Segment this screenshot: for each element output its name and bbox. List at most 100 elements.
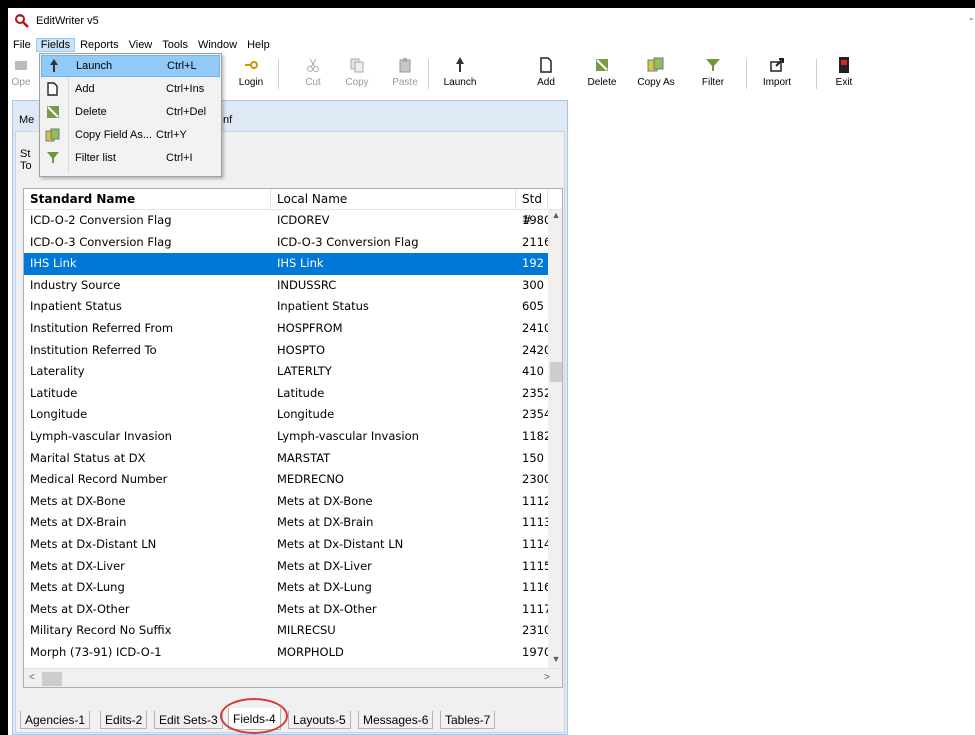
- local-name-cell: ICDOREV: [277, 213, 330, 227]
- local-name-cell: MARSTAT: [277, 450, 331, 465]
- tab-tables[interactable]: Tables-7: [440, 711, 496, 729]
- table-row[interactable]: ICD-O-2 Conversion Flag ICDOREV 1980: [24, 210, 548, 232]
- local-name-cell: Mets at DX-Bone: [277, 493, 373, 508]
- table-row[interactable]: Laterality LATERLTY 410: [24, 361, 548, 383]
- table-row[interactable]: Latitude Latitude 2352: [24, 383, 548, 405]
- copy-as-icon: [647, 55, 665, 75]
- close-icon[interactable]: -: [969, 13, 973, 25]
- copy-as-button[interactable]: Copy As: [634, 55, 678, 95]
- import-icon: [769, 55, 785, 75]
- table-row[interactable]: Institution Referred To HOSPTO 2420: [24, 340, 548, 362]
- table-row[interactable]: Morph (73-91) ICD-O-1 MORPHOLD 1970: [24, 642, 548, 664]
- local-name-cell: Inpatient Status: [277, 299, 369, 314]
- tab-edit-sets[interactable]: Edit Sets-3: [154, 711, 223, 729]
- table-row[interactable]: Marital Status at DX MARSTAT 150: [24, 448, 548, 470]
- open-icon: [13, 55, 29, 75]
- launch-icon: [454, 55, 466, 75]
- std-number-cell: 1114: [522, 537, 548, 551]
- toolbar-separator: [746, 59, 747, 89]
- standard-name-cell: Mets at Dx-Distant LN: [30, 537, 157, 551]
- copy-button[interactable]: Copy: [342, 55, 372, 95]
- tab-edits[interactable]: Edits-2: [100, 711, 148, 729]
- delete-icon: [41, 105, 65, 119]
- horizontal-scrollbar[interactable]: < >: [24, 668, 562, 687]
- menu-help[interactable]: Help: [242, 38, 275, 52]
- open-button[interactable]: Ope: [8, 55, 34, 95]
- std-number-cell: 2420: [522, 342, 548, 357]
- local-name-cell: HOSPTO: [277, 342, 326, 357]
- table-row[interactable]: Mets at DX-Lung Mets at DX-Lung 1116: [24, 577, 548, 599]
- table-row[interactable]: Industry Source INDUSSRC 300: [24, 275, 548, 297]
- table-row[interactable]: Inpatient Status Inpatient Status 605: [24, 296, 548, 318]
- filter-icon: [41, 151, 65, 165]
- local-name-cell: Lymph-vascular Invasion: [277, 429, 419, 443]
- column-header-standard-name[interactable]: Standard Name: [24, 189, 271, 210]
- standard-name-cell: Institution Referred To: [30, 342, 157, 357]
- tab-agencies[interactable]: Agencies-1: [20, 711, 91, 729]
- menu-item-filter-list[interactable]: Filter list Ctrl+I: [41, 147, 220, 169]
- standard-name-cell: Morph (73-91) ICD-O-1: [30, 645, 162, 659]
- menu-reports[interactable]: Reports: [75, 38, 124, 52]
- highlight-annotation-ring: [220, 698, 288, 734]
- menu-window[interactable]: Window: [193, 38, 242, 52]
- standard-name-cell: Latitude: [30, 385, 78, 400]
- table-row[interactable]: ICD-O-3 Conversion Flag ICD-O-3 Conversio…: [24, 232, 548, 254]
- table-row[interactable]: Military Record No Suffix MILRECSU 2310: [24, 620, 548, 642]
- table-row[interactable]: Lymph-vascular Invasion Lymph-vascular In…: [24, 426, 548, 448]
- table-row[interactable]: Mets at DX-Liver Mets at DX-Liver 1115: [24, 556, 548, 578]
- vertical-scroll-thumb[interactable]: [550, 362, 562, 382]
- window-title: EditWriter v5: [36, 15, 99, 27]
- exit-icon: [838, 55, 850, 75]
- login-button[interactable]: Login: [234, 55, 268, 95]
- filter-button[interactable]: Filter: [698, 55, 728, 95]
- menu-item-launch[interactable]: Launch Ctrl+L: [41, 55, 220, 77]
- menu-tools[interactable]: Tools: [157, 38, 193, 52]
- menu-item-delete[interactable]: Delete Ctrl+Del: [41, 101, 220, 123]
- menu-view[interactable]: View: [124, 38, 158, 52]
- paste-button[interactable]: Paste: [390, 55, 420, 95]
- table-row[interactable]: IHS Link IHS Link 192: [24, 253, 548, 275]
- delete-icon: [594, 55, 610, 75]
- launch-button[interactable]: Launch: [440, 55, 480, 95]
- import-button[interactable]: Import: [758, 55, 796, 95]
- toolbar-separator: [428, 59, 429, 89]
- menu-item-copy-field-as[interactable]: Copy Field As... Ctrl+Y: [41, 124, 220, 146]
- table-row[interactable]: Mets at DX-Brain Mets at DX-Brain 1113: [24, 512, 548, 534]
- table-row[interactable]: Mets at DX-Bone Mets at DX-Bone 1112: [24, 491, 548, 513]
- menu-fields[interactable]: Fields: [35, 38, 76, 52]
- table-row[interactable]: Mets at DX-Other Mets at DX-Other 1117: [24, 599, 548, 621]
- local-name-cell: IHS Link: [277, 256, 324, 271]
- app-logo-icon: [14, 13, 30, 29]
- scroll-down-icon[interactable]: ▼: [548, 654, 562, 668]
- table-row[interactable]: Mets at Dx-Distant LN Mets at Dx-Distant …: [24, 534, 548, 556]
- scroll-left-icon[interactable]: <: [29, 672, 35, 683]
- standard-name-cell: Mets at DX-Bone: [30, 493, 126, 508]
- menu-file[interactable]: File: [8, 38, 36, 52]
- local-name-cell: MORPHOLD: [277, 645, 344, 659]
- table-row[interactable]: Longitude Longitude 2354: [24, 404, 548, 426]
- tab-layouts[interactable]: Layouts-5: [288, 711, 351, 729]
- local-name-cell: MEDRECNO: [277, 472, 344, 487]
- scissors-icon: [306, 55, 320, 75]
- std-number-cell: 1113: [522, 515, 548, 530]
- table-row[interactable]: Medical Record Number MEDRECNO 2300: [24, 469, 548, 491]
- scroll-up-icon[interactable]: ▲: [548, 210, 562, 224]
- toolbar-separator: [278, 59, 279, 89]
- table-row[interactable]: Institution Referred From HOSPFROM 2410: [24, 318, 548, 340]
- fields-grid[interactable]: Standard Name Local Name Std # ICD-O-2 C…: [23, 188, 563, 688]
- launch-icon: [42, 59, 66, 73]
- add-button[interactable]: Add: [532, 55, 560, 95]
- delete-button[interactable]: Delete: [584, 55, 620, 95]
- local-name-cell: HOSPFROM: [277, 321, 343, 335]
- column-header-std-number[interactable]: Std #: [516, 189, 548, 227]
- column-header-local-name[interactable]: Local Name: [271, 189, 516, 210]
- exit-button[interactable]: Exit: [832, 55, 856, 95]
- scroll-right-icon[interactable]: >: [544, 672, 550, 683]
- tab-messages[interactable]: Messages-6: [358, 711, 434, 729]
- cut-button[interactable]: Cut: [298, 55, 328, 95]
- fields-window: Me nf St To Standard Name Local Name Std…: [12, 100, 568, 735]
- menu-item-add[interactable]: Add Ctrl+Ins: [41, 78, 220, 100]
- standard-name-cell: Mets at DX-Liver: [30, 558, 125, 573]
- vertical-scrollbar[interactable]: ▲ ▼: [548, 210, 562, 668]
- horizontal-scroll-thumb[interactable]: [42, 672, 62, 686]
